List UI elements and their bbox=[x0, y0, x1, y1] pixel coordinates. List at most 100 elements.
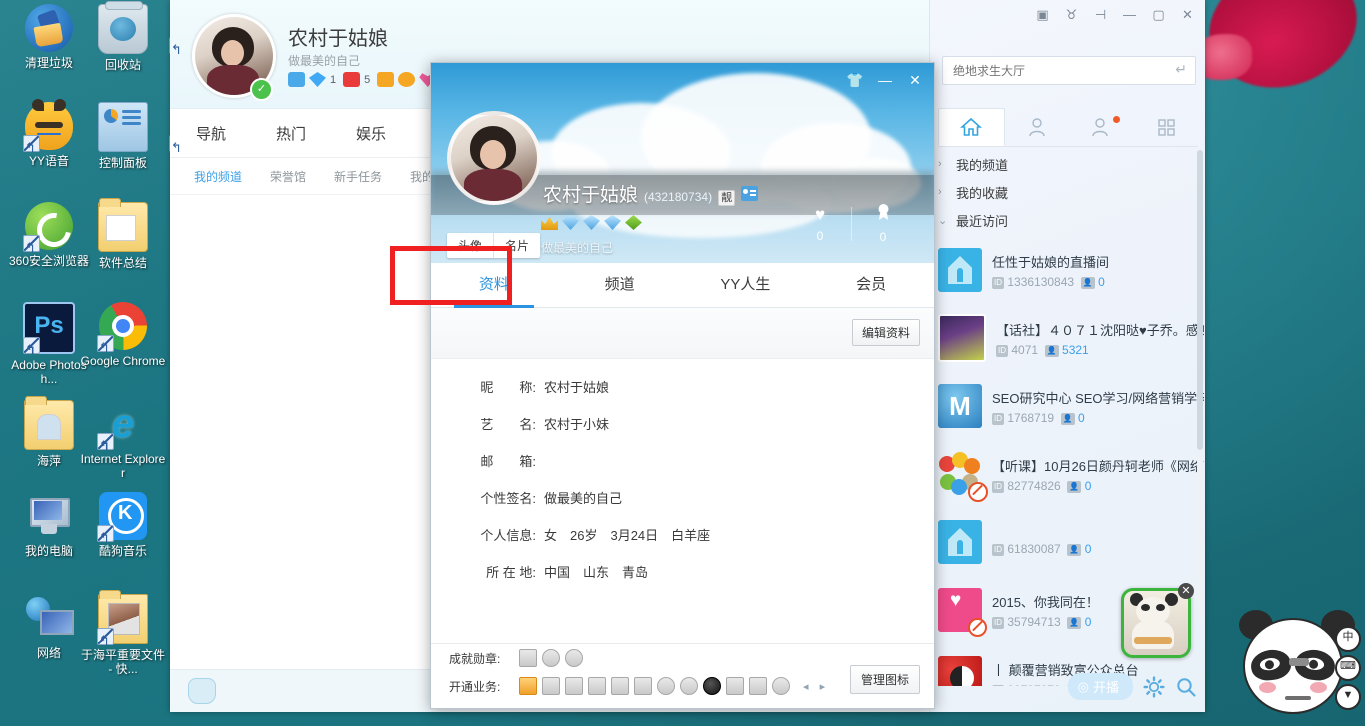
channel-user-count: 0 bbox=[1078, 411, 1085, 425]
nav-item-entertainment[interactable]: 娱乐 bbox=[356, 123, 386, 144]
tab-yy-life[interactable]: YY人生 bbox=[683, 263, 809, 307]
nav-item-navigation[interactable]: 导航 bbox=[196, 123, 226, 144]
subnav-item-newbie-task[interactable]: 新手任务 bbox=[334, 168, 382, 185]
desktop-icon-important-files[interactable]: 于海平重要文件 - 快... bbox=[80, 594, 166, 676]
field-label: 邮 箱: bbox=[431, 451, 544, 470]
medal-row bbox=[541, 215, 642, 230]
service-icon[interactable] bbox=[703, 677, 721, 695]
channel-title: 2015、你我同在！ bbox=[992, 592, 1099, 611]
achievement-medal-icon[interactable] bbox=[565, 649, 583, 667]
skin-icon[interactable]: ♉ bbox=[1058, 4, 1085, 26]
flag-badge-icon[interactable] bbox=[343, 72, 360, 87]
tab-member[interactable]: 会员 bbox=[808, 263, 934, 307]
tab-apps[interactable] bbox=[1134, 108, 1199, 146]
achievement-medal-icon[interactable] bbox=[542, 649, 560, 667]
tree-item-my-channel[interactable]: › 我的频道 bbox=[938, 150, 1205, 178]
notification-dot bbox=[1113, 116, 1120, 123]
search-box[interactable]: ↵ bbox=[942, 56, 1196, 85]
service-icon[interactable] bbox=[634, 677, 652, 695]
service-icon[interactable] bbox=[772, 677, 790, 695]
desktop-icon-kugou-music[interactable]: K 酷狗音乐 bbox=[80, 492, 166, 558]
ime-toolbox-button[interactable]: ⌨ bbox=[1335, 655, 1361, 681]
carousel-arrows[interactable]: ◂ ▸ bbox=[803, 680, 829, 693]
id-badge: ID bbox=[992, 544, 1004, 556]
search-input[interactable] bbox=[951, 57, 1155, 84]
service-icon[interactable] bbox=[519, 677, 537, 695]
close-button[interactable]: ✕ bbox=[902, 69, 928, 91]
chevron-down-icon: ⌄ bbox=[938, 214, 956, 227]
search-icon[interactable] bbox=[1175, 676, 1197, 698]
close-icon[interactable]: ✕ bbox=[1178, 583, 1194, 599]
list-item[interactable]: 任性于姑娘的直播间 ID 1336130843 👤 0 bbox=[938, 236, 1204, 304]
gear-icon[interactable] bbox=[1143, 676, 1165, 698]
diamond-medal-icon[interactable] bbox=[583, 215, 600, 230]
channel-id: 1768719 bbox=[1007, 411, 1054, 425]
channel-meta: ID 35794713 👤 0 bbox=[992, 615, 1099, 629]
ime-skin-button[interactable]: ▼ bbox=[1335, 684, 1361, 710]
service-icon[interactable] bbox=[657, 677, 675, 695]
list-item[interactable]: 【听课】10月26日颜丹轲老师《网络营销 ID 82774826 👤 0 bbox=[938, 440, 1204, 508]
tab-contacts[interactable] bbox=[1005, 108, 1070, 146]
desktop-icon-internet-explorer[interactable]: e Internet Explorer bbox=[80, 400, 166, 480]
skin-icon[interactable]: 👕 bbox=[842, 69, 868, 91]
smiley-badge-icon[interactable] bbox=[398, 72, 415, 87]
service-icon[interactable] bbox=[588, 677, 606, 695]
stat-likes[interactable]: ♥ 0 bbox=[789, 205, 851, 243]
panel-scrollbar[interactable] bbox=[1197, 150, 1203, 620]
diamond-medal-icon[interactable] bbox=[604, 215, 621, 230]
channel-user-count: 0 bbox=[1085, 615, 1092, 629]
desktop-icon-chrome[interactable]: Google Chrome bbox=[80, 302, 166, 368]
minimize-button[interactable]: — bbox=[1116, 4, 1143, 26]
list-item[interactable]: 【话社】４０７１沈阳哒♥子乔。感谢你 ID 4071 👤 5321 bbox=[938, 304, 1204, 372]
achievement-medal-icon[interactable] bbox=[519, 649, 537, 667]
field-value: 做最美的自己 bbox=[544, 488, 622, 507]
ime-floating-widget[interactable]: 中 ⌨ ▼ bbox=[1237, 608, 1357, 718]
service-icon[interactable] bbox=[542, 677, 560, 695]
field-signature: 个性签名: 做最美的自己 bbox=[431, 488, 934, 507]
leaf-medal-icon[interactable] bbox=[625, 215, 642, 230]
start-broadcast-button[interactable]: ◎ 开播 bbox=[1068, 673, 1133, 700]
tree-item-my-favorites[interactable]: › 我的收藏 bbox=[938, 178, 1205, 206]
ime-language-button[interactable]: 中 bbox=[1335, 626, 1361, 652]
gamepad-badge-icon[interactable] bbox=[288, 72, 305, 87]
tree-item-recent-visits[interactable]: ⌄ 最近访问 bbox=[938, 206, 1205, 234]
business-card-icon[interactable] bbox=[741, 186, 758, 201]
close-button[interactable]: ✕ bbox=[1174, 4, 1201, 26]
badge-count: 1 bbox=[330, 74, 336, 86]
list-item[interactable]: M SEO研究中心 SEO学习/网络营销学习/网 ID 1768719 👤 0 bbox=[938, 372, 1204, 440]
stat-medals[interactable]: 0 bbox=[852, 203, 914, 244]
service-icon[interactable] bbox=[749, 677, 767, 695]
manage-icons-button[interactable]: 管理图标 bbox=[850, 665, 920, 694]
tab-channel[interactable]: 频道 bbox=[557, 263, 683, 307]
id-badge: ID bbox=[992, 617, 1004, 629]
ghost-icon[interactable] bbox=[188, 678, 216, 704]
ime-buttons: 中 ⌨ ▼ bbox=[1335, 626, 1361, 710]
tab-friends[interactable] bbox=[1069, 108, 1134, 146]
pretty-number-badge[interactable]: 靓 bbox=[718, 190, 735, 206]
play-badge-icon[interactable] bbox=[377, 72, 394, 87]
desktop-icon-software-summary[interactable]: 软件总结 bbox=[80, 202, 166, 270]
feedback-icon[interactable]: ▣ bbox=[1029, 4, 1056, 26]
service-icon[interactable] bbox=[611, 677, 629, 695]
yy-right-panel: ▣ ♉ ⊣ — ▢ ✕ ↵ bbox=[929, 0, 1205, 712]
collapse-icon[interactable]: ⊣ bbox=[1087, 4, 1114, 26]
promo-popup[interactable]: ✕ bbox=[1121, 588, 1191, 658]
subnav-item-honor-hall[interactable]: 荣誉馆 bbox=[270, 168, 306, 185]
service-icon[interactable] bbox=[565, 677, 583, 695]
nav-item-hot[interactable]: 热门 bbox=[276, 123, 306, 144]
tab-home[interactable] bbox=[938, 108, 1005, 146]
avatar[interactable] bbox=[447, 111, 541, 205]
girl-avatar bbox=[938, 314, 986, 362]
maximize-button[interactable]: ▢ bbox=[1145, 4, 1172, 26]
crown-medal-icon[interactable] bbox=[541, 215, 558, 230]
diamond-medal-icon[interactable] bbox=[562, 215, 579, 230]
minimize-button[interactable]: — bbox=[872, 69, 898, 91]
diamond-badge-icon[interactable] bbox=[309, 72, 326, 87]
online-status-icon: ✓ bbox=[250, 78, 273, 101]
subnav-item-my-channel[interactable]: 我的频道 bbox=[194, 168, 242, 185]
list-item[interactable]: ID 61830087 👤 0 bbox=[938, 508, 1204, 576]
edit-profile-button[interactable]: 编辑资料 bbox=[852, 319, 920, 346]
service-icon[interactable] bbox=[680, 677, 698, 695]
ie-icon: e bbox=[99, 400, 147, 448]
service-icon[interactable] bbox=[726, 677, 744, 695]
